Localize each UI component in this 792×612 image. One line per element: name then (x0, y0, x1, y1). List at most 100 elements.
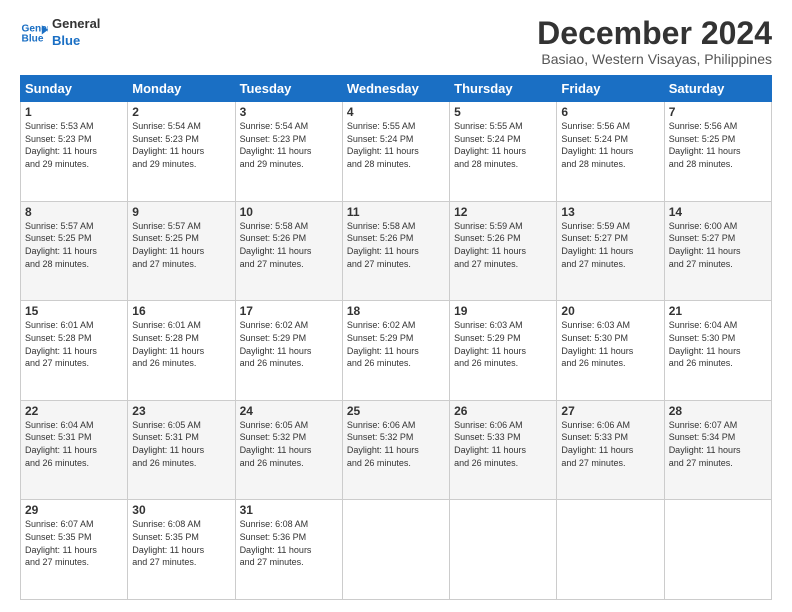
day-info: Sunrise: 5:57 AM Sunset: 5:25 PM Dayligh… (25, 220, 123, 270)
calendar-day-cell: 8Sunrise: 5:57 AM Sunset: 5:25 PM Daylig… (21, 201, 128, 301)
calendar-day-cell: 23Sunrise: 6:05 AM Sunset: 5:31 PM Dayli… (128, 400, 235, 500)
day-number: 3 (240, 105, 338, 119)
calendar-header-cell: Monday (128, 76, 235, 102)
day-info: Sunrise: 5:55 AM Sunset: 5:24 PM Dayligh… (347, 120, 445, 170)
day-number: 12 (454, 205, 552, 219)
logo-line2: Blue (52, 33, 100, 50)
day-number: 8 (25, 205, 123, 219)
subtitle: Basiao, Western Visayas, Philippines (537, 51, 772, 67)
calendar-header-cell: Saturday (664, 76, 771, 102)
calendar-day-cell: 4Sunrise: 5:55 AM Sunset: 5:24 PM Daylig… (342, 102, 449, 202)
day-info: Sunrise: 6:01 AM Sunset: 5:28 PM Dayligh… (132, 319, 230, 369)
day-info: Sunrise: 6:04 AM Sunset: 5:31 PM Dayligh… (25, 419, 123, 469)
day-number: 21 (669, 304, 767, 318)
day-info: Sunrise: 6:05 AM Sunset: 5:31 PM Dayligh… (132, 419, 230, 469)
svg-text:Blue: Blue (22, 33, 44, 44)
day-info: Sunrise: 5:58 AM Sunset: 5:26 PM Dayligh… (347, 220, 445, 270)
calendar-day-cell: 15Sunrise: 6:01 AM Sunset: 5:28 PM Dayli… (21, 301, 128, 401)
day-info: Sunrise: 6:02 AM Sunset: 5:29 PM Dayligh… (240, 319, 338, 369)
calendar-day-cell (450, 500, 557, 600)
day-number: 24 (240, 404, 338, 418)
day-number: 10 (240, 205, 338, 219)
day-info: Sunrise: 6:05 AM Sunset: 5:32 PM Dayligh… (240, 419, 338, 469)
day-number: 9 (132, 205, 230, 219)
calendar-day-cell: 17Sunrise: 6:02 AM Sunset: 5:29 PM Dayli… (235, 301, 342, 401)
calendar-day-cell: 7Sunrise: 5:56 AM Sunset: 5:25 PM Daylig… (664, 102, 771, 202)
day-number: 23 (132, 404, 230, 418)
day-info: Sunrise: 6:00 AM Sunset: 5:27 PM Dayligh… (669, 220, 767, 270)
day-number: 11 (347, 205, 445, 219)
calendar-day-cell: 2Sunrise: 5:54 AM Sunset: 5:23 PM Daylig… (128, 102, 235, 202)
calendar-day-cell (557, 500, 664, 600)
calendar-day-cell: 27Sunrise: 6:06 AM Sunset: 5:33 PM Dayli… (557, 400, 664, 500)
day-info: Sunrise: 5:56 AM Sunset: 5:25 PM Dayligh… (669, 120, 767, 170)
day-info: Sunrise: 5:54 AM Sunset: 5:23 PM Dayligh… (132, 120, 230, 170)
day-info: Sunrise: 5:54 AM Sunset: 5:23 PM Dayligh… (240, 120, 338, 170)
logo-line1: General (52, 16, 100, 33)
calendar-day-cell: 6Sunrise: 5:56 AM Sunset: 5:24 PM Daylig… (557, 102, 664, 202)
logo-icon: General Blue (20, 19, 48, 47)
day-info: Sunrise: 5:59 AM Sunset: 5:27 PM Dayligh… (561, 220, 659, 270)
calendar-body: 1Sunrise: 5:53 AM Sunset: 5:23 PM Daylig… (21, 102, 772, 600)
calendar-day-cell: 12Sunrise: 5:59 AM Sunset: 5:26 PM Dayli… (450, 201, 557, 301)
calendar-header-cell: Wednesday (342, 76, 449, 102)
day-number: 25 (347, 404, 445, 418)
day-info: Sunrise: 6:07 AM Sunset: 5:35 PM Dayligh… (25, 518, 123, 568)
main-title: December 2024 (537, 16, 772, 51)
calendar-day-cell: 10Sunrise: 5:58 AM Sunset: 5:26 PM Dayli… (235, 201, 342, 301)
calendar-week-row: 15Sunrise: 6:01 AM Sunset: 5:28 PM Dayli… (21, 301, 772, 401)
day-info: Sunrise: 6:06 AM Sunset: 5:33 PM Dayligh… (561, 419, 659, 469)
day-number: 31 (240, 503, 338, 517)
day-number: 16 (132, 304, 230, 318)
day-number: 22 (25, 404, 123, 418)
day-info: Sunrise: 5:57 AM Sunset: 5:25 PM Dayligh… (132, 220, 230, 270)
day-number: 26 (454, 404, 552, 418)
calendar-day-cell: 16Sunrise: 6:01 AM Sunset: 5:28 PM Dayli… (128, 301, 235, 401)
calendar-day-cell: 20Sunrise: 6:03 AM Sunset: 5:30 PM Dayli… (557, 301, 664, 401)
day-info: Sunrise: 6:08 AM Sunset: 5:35 PM Dayligh… (132, 518, 230, 568)
calendar-header-cell: Tuesday (235, 76, 342, 102)
day-info: Sunrise: 5:55 AM Sunset: 5:24 PM Dayligh… (454, 120, 552, 170)
day-number: 5 (454, 105, 552, 119)
day-info: Sunrise: 6:06 AM Sunset: 5:33 PM Dayligh… (454, 419, 552, 469)
day-info: Sunrise: 5:56 AM Sunset: 5:24 PM Dayligh… (561, 120, 659, 170)
day-info: Sunrise: 6:06 AM Sunset: 5:32 PM Dayligh… (347, 419, 445, 469)
calendar-table: SundayMondayTuesdayWednesdayThursdayFrid… (20, 75, 772, 600)
calendar-header-cell: Thursday (450, 76, 557, 102)
calendar-day-cell: 1Sunrise: 5:53 AM Sunset: 5:23 PM Daylig… (21, 102, 128, 202)
day-info: Sunrise: 6:04 AM Sunset: 5:30 PM Dayligh… (669, 319, 767, 369)
day-info: Sunrise: 5:53 AM Sunset: 5:23 PM Dayligh… (25, 120, 123, 170)
calendar-day-cell (664, 500, 771, 600)
day-number: 6 (561, 105, 659, 119)
day-info: Sunrise: 6:01 AM Sunset: 5:28 PM Dayligh… (25, 319, 123, 369)
header: General Blue General Blue December 2024 … (20, 16, 772, 67)
calendar-week-row: 8Sunrise: 5:57 AM Sunset: 5:25 PM Daylig… (21, 201, 772, 301)
day-info: Sunrise: 6:02 AM Sunset: 5:29 PM Dayligh… (347, 319, 445, 369)
calendar-day-cell: 29Sunrise: 6:07 AM Sunset: 5:35 PM Dayli… (21, 500, 128, 600)
day-number: 1 (25, 105, 123, 119)
day-info: Sunrise: 5:58 AM Sunset: 5:26 PM Dayligh… (240, 220, 338, 270)
calendar-week-row: 29Sunrise: 6:07 AM Sunset: 5:35 PM Dayli… (21, 500, 772, 600)
day-number: 7 (669, 105, 767, 119)
calendar-day-cell: 19Sunrise: 6:03 AM Sunset: 5:29 PM Dayli… (450, 301, 557, 401)
logo: General Blue General Blue (20, 16, 100, 50)
page: General Blue General Blue December 2024 … (0, 0, 792, 612)
calendar-day-cell: 3Sunrise: 5:54 AM Sunset: 5:23 PM Daylig… (235, 102, 342, 202)
day-info: Sunrise: 6:03 AM Sunset: 5:30 PM Dayligh… (561, 319, 659, 369)
day-number: 29 (25, 503, 123, 517)
calendar-week-row: 1Sunrise: 5:53 AM Sunset: 5:23 PM Daylig… (21, 102, 772, 202)
calendar-day-cell: 9Sunrise: 5:57 AM Sunset: 5:25 PM Daylig… (128, 201, 235, 301)
calendar-day-cell: 13Sunrise: 5:59 AM Sunset: 5:27 PM Dayli… (557, 201, 664, 301)
day-number: 19 (454, 304, 552, 318)
calendar-day-cell: 28Sunrise: 6:07 AM Sunset: 5:34 PM Dayli… (664, 400, 771, 500)
day-number: 27 (561, 404, 659, 418)
day-number: 4 (347, 105, 445, 119)
day-number: 30 (132, 503, 230, 517)
title-block: December 2024 Basiao, Western Visayas, P… (537, 16, 772, 67)
calendar-day-cell: 24Sunrise: 6:05 AM Sunset: 5:32 PM Dayli… (235, 400, 342, 500)
calendar-header-cell: Friday (557, 76, 664, 102)
calendar-day-cell (342, 500, 449, 600)
calendar-day-cell: 11Sunrise: 5:58 AM Sunset: 5:26 PM Dayli… (342, 201, 449, 301)
calendar-day-cell: 21Sunrise: 6:04 AM Sunset: 5:30 PM Dayli… (664, 301, 771, 401)
day-info: Sunrise: 5:59 AM Sunset: 5:26 PM Dayligh… (454, 220, 552, 270)
